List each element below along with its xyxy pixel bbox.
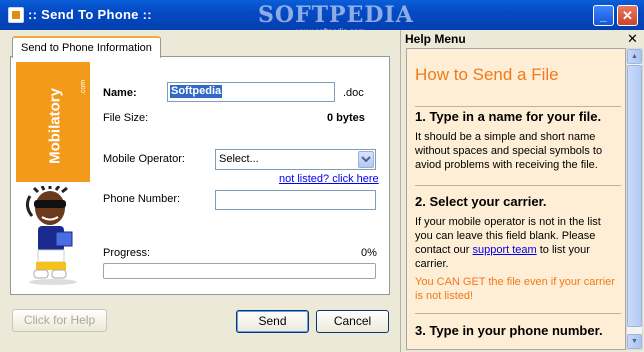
watermark: SOFTPEDIA	[258, 2, 414, 28]
logo-banner: Mobilatory .com	[16, 62, 90, 182]
help-panel: Help Menu ✕ How to Send a File 1. Type i…	[400, 30, 644, 352]
name-input-value: Softpedia	[170, 85, 223, 98]
file-size-value: 0 bytes	[327, 112, 365, 124]
step-3-heading: 3. Type in your phone number.	[415, 323, 603, 338]
help-content[interactable]: How to Send a File 1. Type in a name for…	[406, 48, 626, 350]
logo-suffix: .com	[80, 79, 88, 96]
phone-label: Phone Number:	[103, 193, 181, 205]
name-label: Name:	[103, 87, 137, 99]
divider	[415, 185, 621, 186]
scroll-down-icon[interactable]: ▼	[627, 334, 642, 349]
progress-percent: 0%	[361, 247, 377, 259]
help-title: How to Send a File	[415, 65, 559, 84]
divider	[415, 313, 621, 314]
operator-select[interactable]: Select...	[215, 149, 376, 170]
step-2-text: If your mobile operator is not in the li…	[415, 215, 615, 271]
step-2-note: You CAN GET the file even if your carrie…	[415, 276, 615, 302]
step-1-text: It should be a simple and short name wit…	[415, 131, 603, 171]
title-bar[interactable]: :: Send To Phone :: SOFTPEDIA www.softpe…	[0, 0, 644, 36]
help-scrollbar[interactable]: ▲ ▼	[626, 48, 643, 350]
scroll-up-icon[interactable]: ▲	[627, 49, 642, 64]
minimize-button[interactable]: _	[593, 5, 614, 26]
operator-label: Mobile Operator:	[103, 153, 185, 165]
help-button[interactable]: Click for Help	[12, 309, 107, 332]
dropdown-button[interactable]	[358, 151, 374, 168]
operator-selected: Select...	[219, 153, 259, 165]
not-listed-link[interactable]: not listed? click here	[279, 173, 379, 185]
divider	[415, 106, 621, 107]
step-1-heading: 1. Type in a name for your file.	[415, 109, 602, 124]
file-size-label: File Size:	[103, 112, 149, 124]
window-title: :: Send To Phone ::	[28, 7, 152, 22]
help-close-icon[interactable]: ✕	[627, 31, 638, 47]
close-button[interactable]: ✕	[617, 5, 638, 26]
name-input[interactable]: Softpedia	[167, 82, 335, 102]
scroll-thumb[interactable]	[627, 65, 642, 327]
step-2-heading: 2. Select your carrier.	[415, 194, 547, 209]
app-icon	[8, 7, 24, 23]
tab-pane: Mobilatory .com Name: Softpedia .doc Fil…	[10, 56, 390, 295]
progress-bar	[103, 263, 376, 279]
send-panel: Send to Phone Information Mobilatory .co…	[0, 30, 400, 352]
progress-label: Progress:	[103, 247, 151, 259]
send-button[interactable]: Send	[236, 310, 309, 333]
help-header: Help Menu	[405, 32, 466, 46]
mascot-image	[25, 186, 77, 285]
side-banner: Mobilatory .com	[16, 62, 90, 288]
phone-input[interactable]	[215, 190, 376, 210]
support-team-link[interactable]: support team	[472, 244, 536, 256]
logo-text: Mobilatory	[46, 88, 64, 164]
tab-send-info[interactable]: Send to Phone Information	[12, 36, 161, 58]
cancel-button[interactable]: Cancel	[316, 310, 389, 333]
chevron-down-icon	[361, 156, 371, 163]
file-extension: .doc	[343, 87, 364, 99]
